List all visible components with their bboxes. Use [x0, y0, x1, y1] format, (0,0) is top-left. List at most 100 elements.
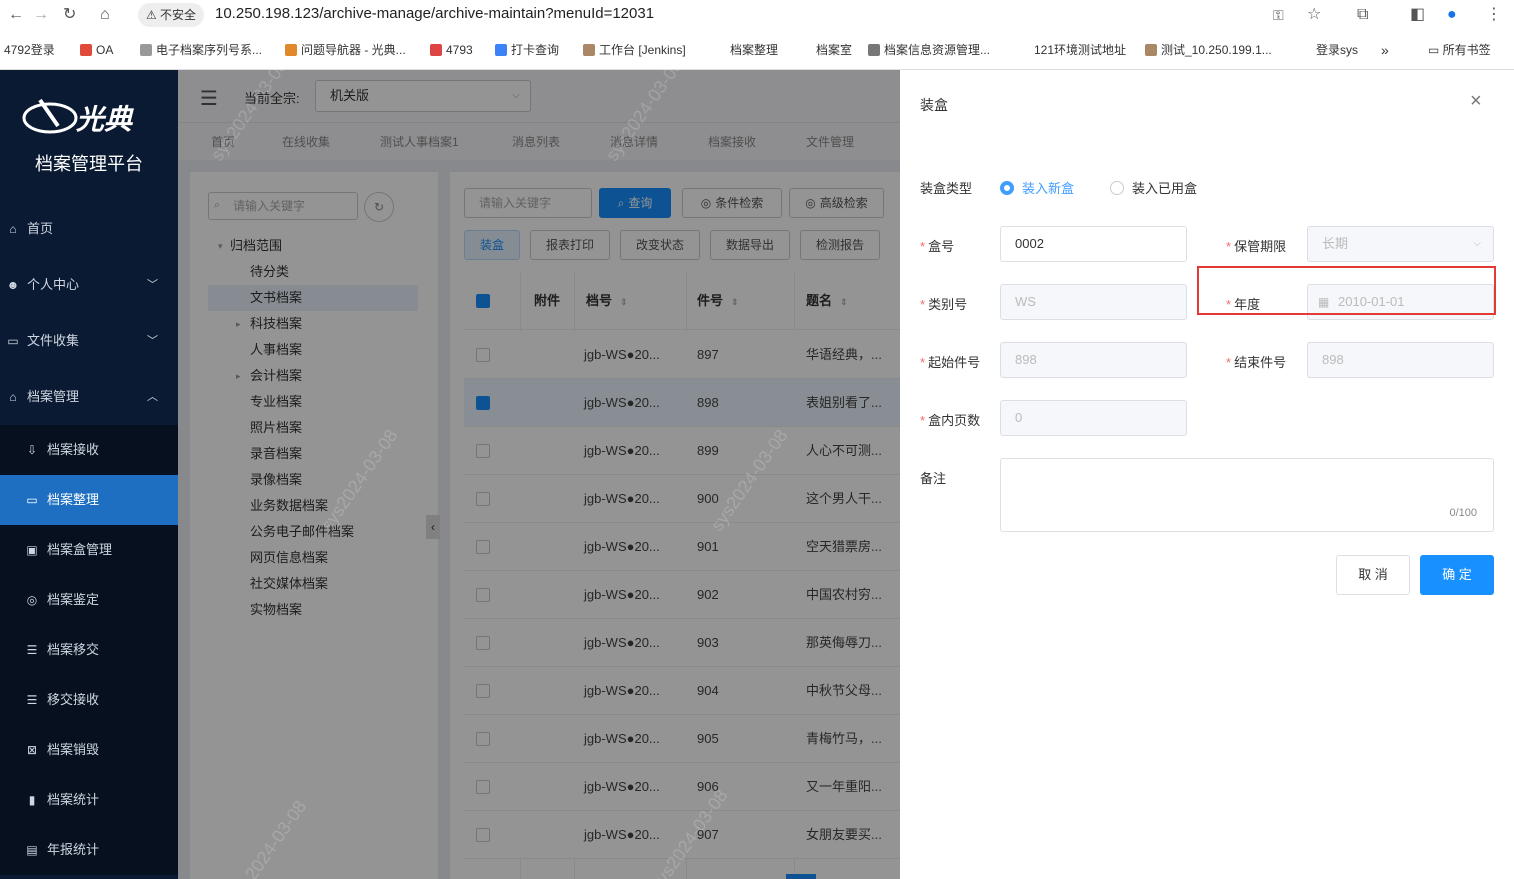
sidebar-item-label: 档案统计 — [47, 792, 100, 807]
sidebar-item-11[interactable]: ▮ 档案统计 — [0, 775, 178, 825]
bookmark[interactable]: 电子档案序列号系... — [140, 30, 262, 70]
sidebar-item-label: 档案整理 — [47, 492, 100, 507]
warning-icon: ⚠ — [145, 8, 161, 22]
sidebar-item-7[interactable]: ◎ 档案鉴定 — [0, 575, 178, 625]
chart-icon: ▮ — [28, 793, 36, 807]
sidebar-item-label: 年报统计 — [47, 842, 100, 857]
security-badge[interactable]: ⚠ 不安全 — [138, 3, 204, 27]
star-icon[interactable]: ☆ — [1307, 0, 1321, 30]
bookmark-icon — [285, 44, 297, 56]
bank-icon: ⌂ — [9, 390, 17, 404]
user-icon: ☻ — [6, 278, 20, 292]
bookmark[interactable]: 打卡查询 — [495, 30, 559, 70]
radio-used-box[interactable]: 装入已用盒 — [1110, 178, 1197, 197]
bookmark[interactable]: 121环境测试地址 — [1034, 30, 1126, 70]
home-icon[interactable]: ⌂ — [100, 0, 110, 30]
retention-label: * 保管期限 — [1226, 239, 1287, 254]
start-no-input[interactable]: 898 — [1000, 342, 1187, 378]
bookmark-label: 4793 — [446, 43, 473, 57]
sidebar-item-label: 档案鉴定 — [47, 592, 100, 607]
end-no-label: * 结束件号 — [1226, 355, 1287, 370]
folder-icon: ▭ — [1428, 43, 1443, 57]
bookmark[interactable]: 4792登录 — [4, 30, 55, 70]
remark-textarea[interactable]: 0/100 — [1000, 458, 1494, 532]
forward-icon[interactable]: → — [33, 0, 49, 30]
menu-icon[interactable]: ⋮ — [1486, 0, 1502, 30]
radio-new-box[interactable]: 装入新盒 — [1000, 178, 1074, 197]
box-no-input[interactable]: 0002 — [1000, 226, 1187, 262]
modal-mask[interactable] — [178, 70, 900, 879]
folder-icon: ▭ — [26, 493, 38, 507]
bookmark[interactable]: 4793 — [430, 30, 473, 70]
retention-select[interactable]: 长期 ⌵ — [1307, 226, 1494, 262]
sidebar-item-1[interactable]: ☻ 个人中心 ﹀ — [0, 260, 178, 310]
bookmark[interactable]: 登录sys — [1316, 30, 1358, 70]
pages-input[interactable]: 0 — [1000, 400, 1187, 436]
bookmark-icon — [868, 44, 880, 56]
bookmark[interactable]: OA — [80, 30, 113, 70]
end-no-input[interactable]: 898 — [1307, 342, 1494, 378]
sidebar-item-10[interactable]: ⊠ 档案销毁 — [0, 725, 178, 775]
sidebar-item-9[interactable]: ☰ 移交接收 — [0, 675, 178, 725]
sidebar-item-4[interactable]: ⇩ 档案接收 — [0, 425, 178, 475]
bookmark-label: 档案整理 — [730, 43, 779, 57]
radio-new-label: 装入新盒 — [1022, 181, 1075, 196]
pages-label: * 盒内页数 — [920, 413, 981, 428]
profile-icon[interactable]: ● — [1447, 0, 1457, 30]
bookmark-label: 4792登录 — [4, 43, 55, 57]
chevron-down-icon: ﹀ — [147, 335, 158, 347]
bookmark[interactable]: 问题导航器 - 光典... — [285, 30, 406, 70]
security-label: 不安全 — [160, 8, 197, 22]
highlight-annotation — [1197, 266, 1496, 315]
sidebar-item-5[interactable]: ▭ 档案整理 — [0, 475, 178, 525]
more-bookmarks-icon[interactable]: » — [1381, 30, 1389, 70]
sidepanel-icon[interactable]: ◧ — [1410, 0, 1425, 30]
sidebar-item-3[interactable]: ⌂ 档案管理 ︿ — [0, 372, 178, 422]
bookmark[interactable]: 档案室 — [816, 30, 852, 70]
sidebar-item-12[interactable]: ▤ 年报统计 — [0, 825, 178, 875]
bookmark-icon — [140, 44, 152, 56]
extensions-icon[interactable]: ⧉ — [1357, 0, 1368, 30]
receive-icon: ⇩ — [26, 443, 38, 457]
chevron-down-icon: ﹀ — [147, 279, 158, 291]
key-icon[interactable]: ⚿ — [1273, 0, 1284, 30]
box-drawer: 装盒 × 装盒类型 装入新盒 装入已用盒 * 盒号 0002 * 保管期限 长期 ⌵ … — [900, 70, 1514, 879]
bookmark-label: 测试_10.250.199.1... — [1161, 43, 1272, 57]
sidebar-item-label: 首页 — [27, 221, 54, 236]
bookmark-icon — [1145, 44, 1157, 56]
label-text: 起始件号 — [928, 355, 981, 370]
bookmark-label: 打卡查询 — [511, 43, 560, 57]
report-icon: ▤ — [26, 843, 38, 857]
sidebar: 光典 档案管理平台 ⌂ 首页 ☻ 个人中心 ﹀ ▭ 文件收集 ﹀ ⌂ 档案管理 ︿ ⇩ 档案接收 ▭ 档案整… — [0, 70, 178, 879]
list-icon: ☰ — [26, 693, 38, 707]
bookmark-label: 电子档案序列号系... — [156, 43, 263, 57]
cancel-button[interactable]: 取 消 — [1336, 555, 1410, 595]
chevron-up-icon: ︿ — [147, 391, 158, 403]
sidebar-item-label: 档案盒管理 — [47, 542, 113, 557]
browser-address-bar: ← → ↻ ⌂ ⚠ 不安全 10.250.198.123/archive-man… — [0, 0, 1514, 30]
reload-icon[interactable]: ↻ — [63, 0, 76, 30]
bookmark[interactable]: 档案信息资源管理... — [868, 30, 990, 70]
sidebar-item-6[interactable]: ▣ 档案盒管理 — [0, 525, 178, 575]
sidebar-item-8[interactable]: ☰ 档案移交 — [0, 625, 178, 675]
sidebar-item-0[interactable]: ⌂ 首页 — [0, 204, 178, 254]
sidebar-item-2[interactable]: ▭ 文件收集 ﹀ — [0, 316, 178, 366]
bookmark-label: 登录sys — [1316, 43, 1359, 57]
url-input[interactable]: 10.250.198.123/archive-manage/archive-ma… — [215, 0, 654, 28]
label-text: 结束件号 — [1234, 355, 1287, 370]
remark-label: 备注 — [920, 471, 947, 486]
sidebar-item-label: 个人中心 — [27, 277, 80, 292]
category-label: * 类别号 — [920, 297, 968, 312]
bookmark-label: 所有书签 — [1442, 43, 1491, 57]
confirm-button[interactable]: 确 定 — [1420, 555, 1494, 595]
start-no-label: * 起始件号 — [920, 355, 981, 370]
bookmark[interactable]: 测试_10.250.199.1... — [1145, 30, 1272, 70]
destroy-icon: ⊠ — [26, 743, 38, 757]
back-icon[interactable]: ← — [8, 0, 24, 30]
all-bookmarks[interactable]: ▭ 所有书签 — [1428, 30, 1491, 70]
close-icon[interactable]: × — [1470, 90, 1482, 113]
bookmark-label: 工作台 [Jenkins] — [599, 43, 686, 57]
bookmark[interactable]: 档案整理 — [730, 30, 778, 70]
category-input[interactable]: WS — [1000, 284, 1187, 320]
box-icon: ▣ — [26, 543, 38, 557]
